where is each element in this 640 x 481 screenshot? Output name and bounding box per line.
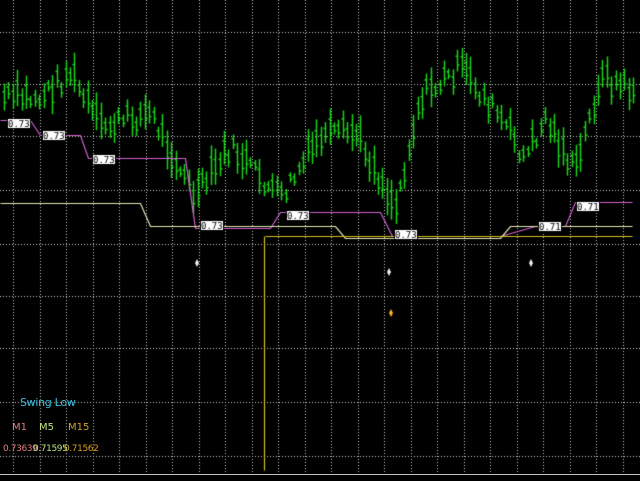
legend-m5-value: 0.71595 <box>33 444 68 454</box>
legend-m1-label: M1 <box>12 422 27 433</box>
legend-m5-label: M5 <box>39 422 54 433</box>
legend-m15-label: M15 <box>68 422 90 433</box>
legend-title: Swing Low <box>20 396 76 409</box>
legend-m15-value: 0.71562 <box>64 444 99 454</box>
swing-low-legend: Swing Low M1 M5 M15 0.73639 0.71595 0.71… <box>0 396 110 466</box>
